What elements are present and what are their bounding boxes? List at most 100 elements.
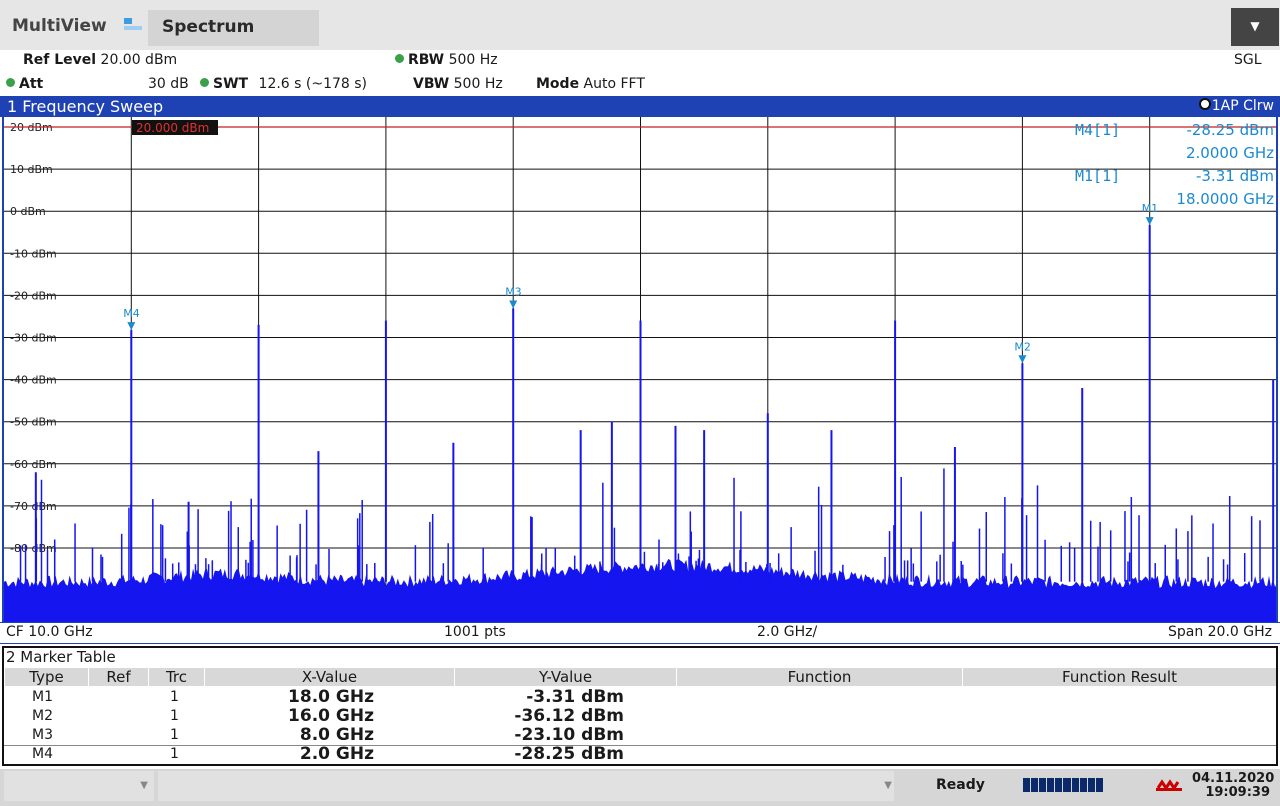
status-field-2[interactable]: ▼ <box>158 771 894 801</box>
marker-readout-frequency: 2.0000 GHz <box>1186 144 1274 162</box>
trace-label[interactable]: 1AP Clrw <box>1198 98 1274 114</box>
status-time: 19:09:39 <box>1205 785 1270 800</box>
att-label: Att <box>19 76 44 92</box>
diagram-header[interactable]: 1 Frequency Sweep 1AP Clrw <box>0 96 1280 117</box>
dropdown-arrow-icon[interactable]: ▼ <box>1231 8 1279 46</box>
marker-readout-name: M4[1] <box>1075 121 1120 139</box>
y-tick-label: -80 dBm <box>10 542 57 555</box>
marker-y-value: -28.25 dBm <box>514 744 624 764</box>
ref-level-setting[interactable]: Ref Level 20.00 dBm <box>23 52 177 68</box>
table-row[interactable]: M2 1 16.0 GHz -36.12 dBm <box>4 707 1276 726</box>
marker-m2-icon[interactable] <box>1018 355 1027 364</box>
marker-table-title: 2 Marker Table <box>6 648 116 666</box>
column-header-type[interactable]: Type <box>4 668 88 686</box>
table-row[interactable]: M3 1 8.0 GHz -23.10 dBm <box>4 726 1276 745</box>
marker-label: M2 <box>1014 340 1031 353</box>
mode-label: Mode <box>536 76 580 92</box>
swt-setting[interactable]: SWT 12.6 s (~178 s) <box>200 76 367 92</box>
app-title: MultiView <box>12 16 107 36</box>
y-tick-label: -10 dBm <box>10 247 57 260</box>
frequency-span: Span 20.0 GHz <box>1167 624 1272 640</box>
rbw-label: RBW <box>408 52 445 68</box>
progress-bar-icon <box>1023 778 1103 792</box>
marker-x-value: 16.0 GHz <box>288 706 374 726</box>
ref-level-label: Ref Level <box>23 52 97 68</box>
marker-table-header: Type Ref Trc X-Value Y-Value Function Fu… <box>4 668 1276 686</box>
sweep-points: 1001 pts <box>444 624 506 640</box>
tab-spectrum[interactable]: Spectrum <box>148 10 319 46</box>
diagram-title: 1 Frequency Sweep <box>7 97 164 116</box>
marker-type: M2 <box>32 708 53 724</box>
marker-m1-icon[interactable] <box>1145 217 1154 226</box>
ref-level-value: 20.00 dBm <box>100 52 178 68</box>
marker-label: M3 <box>505 285 522 298</box>
vbw-setting[interactable]: VBW 500 Hz <box>413 76 503 92</box>
marker-trace: 1 <box>170 746 179 762</box>
column-header-ref[interactable]: Ref <box>88 668 148 686</box>
table-row[interactable]: M4 1 2.0 GHz -28.25 dBm <box>4 745 1276 764</box>
chevron-down-icon[interactable]: ▼ <box>884 780 892 791</box>
vbw-value: 500 Hz <box>453 76 503 92</box>
marker-m4-icon[interactable] <box>127 322 136 331</box>
vbw-label: VBW <box>413 76 450 92</box>
column-header-function-result[interactable]: Function Result <box>962 668 1276 686</box>
marker-trace: 1 <box>170 727 179 743</box>
y-tick-label: -70 dBm <box>10 500 57 513</box>
marker-m3-icon[interactable] <box>509 300 518 309</box>
trace-label-text: 1AP Clrw <box>1211 98 1274 114</box>
marker-trace: 1 <box>170 689 179 705</box>
column-header-x-value[interactable]: X-Value <box>204 668 454 686</box>
marker-type: M3 <box>32 727 53 743</box>
swt-value: 12.6 s (~178 s) <box>258 76 368 92</box>
status-field-1[interactable]: ▼ <box>4 771 154 801</box>
marker-y-value: -3.31 dBm <box>526 687 624 707</box>
column-header-function[interactable]: Function <box>676 668 962 686</box>
att-setting[interactable]: Att <box>6 76 43 92</box>
marker-readout-level: -28.25 dBm <box>1186 121 1274 139</box>
marker-readout-level: -3.31 dBm <box>1196 167 1274 185</box>
att-indicator-icon <box>6 78 15 87</box>
marker-trace: 1 <box>170 708 179 724</box>
spectrum-plot[interactable]: 20 dBm 10 dBm 0 dBm -10 dBm -20 dBm -30 dBm -4… <box>4 117 1277 623</box>
marker-type: M1 <box>32 689 53 705</box>
network-icon <box>1156 779 1182 791</box>
trace-indicator-icon <box>1198 98 1211 110</box>
sgl-indicator: SGL <box>1234 52 1262 68</box>
center-frequency: CF 10.0 GHz <box>6 624 93 640</box>
y-tick-label: 0 dBm <box>10 205 46 218</box>
chevron-down-icon[interactable]: ▼ <box>140 780 148 791</box>
frequency-bar: CF 10.0 GHz 1001 pts 2.0 GHz/ Span 20.0 … <box>0 622 1280 644</box>
marker-label: M1 <box>1142 202 1159 215</box>
frequency-per-division: 2.0 GHz/ <box>757 624 818 640</box>
mode-value: Auto FFT <box>583 76 645 92</box>
multiview-icon[interactable] <box>124 18 142 32</box>
y-tick-label: -50 dBm <box>10 416 57 429</box>
swt-label: SWT <box>213 76 249 92</box>
marker-y-value: -36.12 dBm <box>514 706 624 726</box>
swt-indicator-icon <box>200 78 209 87</box>
mode-setting[interactable]: Mode Auto FFT <box>536 76 645 92</box>
rbw-indicator-icon <box>395 54 404 63</box>
column-header-y-value[interactable]: Y-Value <box>454 668 676 686</box>
marker-x-value: 8.0 GHz <box>299 725 374 745</box>
status-date: 04.11.2020 <box>1192 771 1275 786</box>
att-value: 30 dB <box>148 76 189 92</box>
marker-label: M4 <box>123 307 140 320</box>
y-tick-label: -40 dBm <box>10 374 57 387</box>
y-tick-label: -20 dBm <box>10 289 57 302</box>
status-datetime: 04.11.2020 19:09:39 <box>1192 771 1275 800</box>
table-row[interactable]: M1 1 18.0 GHz -3.31 dBm <box>4 688 1276 707</box>
marker-type: M4 <box>32 746 53 762</box>
marker-readout-frequency: 18.0000 GHz <box>1176 190 1274 208</box>
column-header-trc[interactable]: Trc <box>148 668 204 686</box>
marker-y-value: -23.10 dBm <box>514 725 624 745</box>
marker-readout-name: M1[1] <box>1075 167 1120 185</box>
status-ready: Ready <box>936 777 985 793</box>
reference-level-label: 20.000 dBm <box>136 121 209 135</box>
rbw-value: 500 Hz <box>448 52 498 68</box>
marker-x-value: 2.0 GHz <box>299 744 374 764</box>
spectrum-chart[interactable]: 20 dBm10 dBm0 dBm-10 dBm-20 dBm-30 dBm-4… <box>4 117 1277 623</box>
y-tick-label: -30 dBm <box>10 332 57 345</box>
y-tick-label: -60 dBm <box>10 458 57 471</box>
rbw-setting[interactable]: RBW 500 Hz <box>395 52 498 68</box>
